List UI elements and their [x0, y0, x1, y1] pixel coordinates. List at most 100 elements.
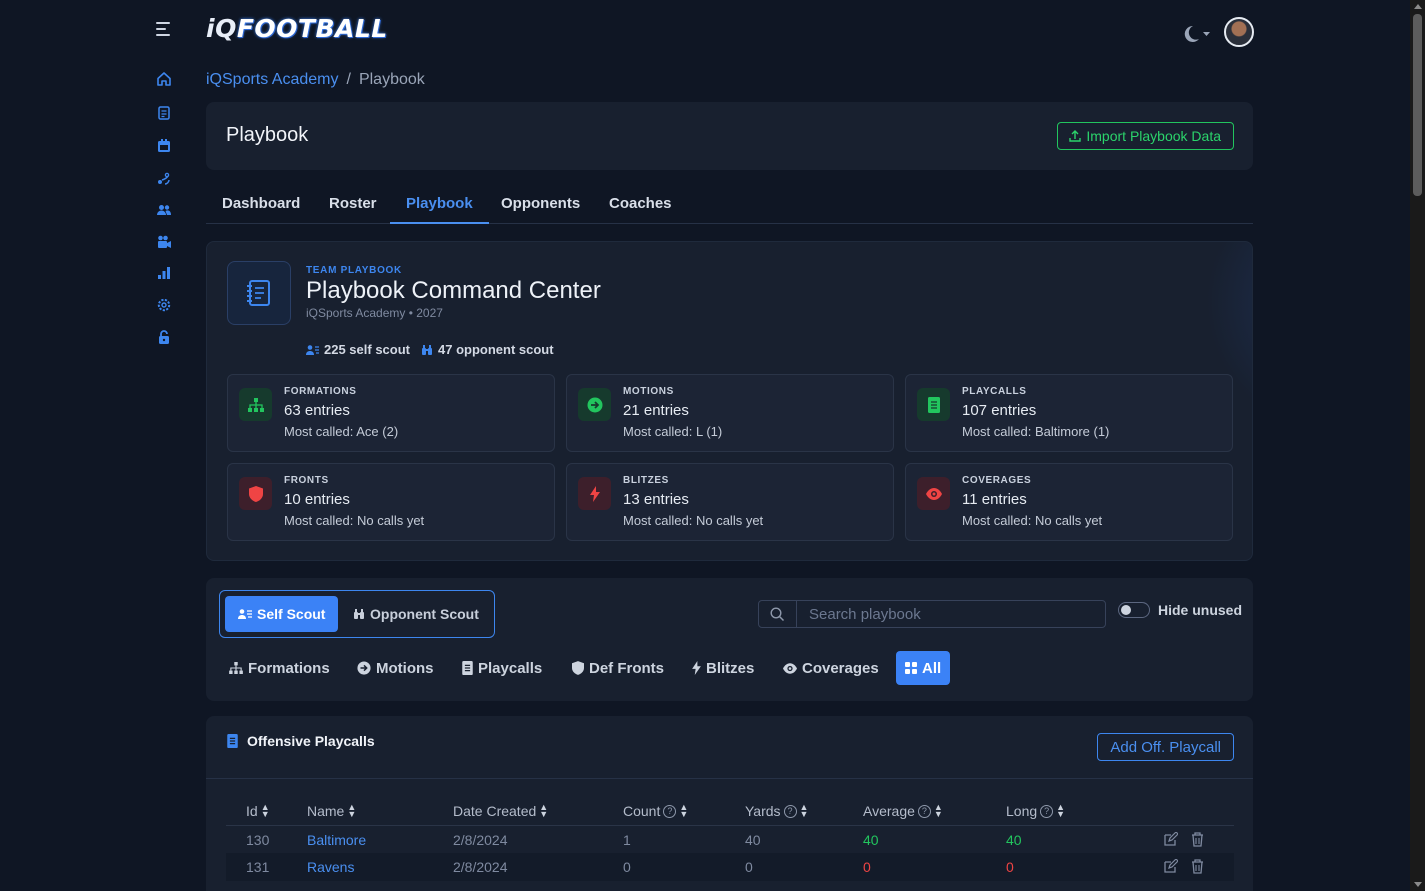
column-label: Id [246, 803, 258, 819]
cell-id: 130 [246, 832, 270, 848]
offensive-playcalls-title: Offensive Playcalls [227, 733, 375, 749]
user-list-icon [306, 344, 319, 355]
column-header-name[interactable]: Name ▲ ▼ [307, 803, 356, 820]
import-playbook-button[interactable]: Import Playbook Data [1057, 122, 1234, 150]
help-icon[interactable]: ? [1040, 804, 1054, 818]
fronts-card[interactable]: FRONTS 10 entries Most called: No calls … [227, 463, 555, 541]
cell-name-link[interactable]: Ravens [307, 859, 354, 875]
column-header-yards[interactable]: Yards? ▲ ▼ [745, 803, 808, 820]
search-input[interactable] [797, 601, 1105, 627]
eye-icon [783, 662, 797, 674]
calendar-icon[interactable] [156, 138, 172, 154]
sort-icon: ▲ ▼ [539, 802, 549, 819]
menu-toggle-button[interactable] [156, 22, 172, 36]
hide-unused-label: Hide unused [1158, 602, 1243, 618]
category-motions[interactable]: Motions [351, 651, 440, 685]
panel-divider [206, 778, 1253, 779]
user-avatar[interactable] [1224, 17, 1254, 47]
tab-opponents[interactable]: Opponents [501, 186, 580, 224]
card-count: 10 entries [284, 491, 350, 508]
coverages-card[interactable]: COVERAGES 11 entries Most called: No cal… [905, 463, 1233, 541]
search-box [758, 600, 1106, 628]
add-offensive-playcall-button[interactable]: Add Off. Playcall [1097, 733, 1234, 761]
edit-icon[interactable] [1163, 832, 1178, 847]
card-label: MOTIONS [623, 386, 674, 397]
category-coverages[interactable]: Coverages [777, 651, 885, 685]
sort-icon: ▲ ▼ [933, 802, 943, 819]
cell-average: 0 [863, 859, 871, 875]
card-count: 107 entries [962, 402, 1037, 419]
category-formations[interactable]: Formations [223, 651, 336, 685]
arrow-circle-icon [357, 661, 371, 675]
tab-roster[interactable]: Roster [329, 186, 377, 224]
category-playcalls[interactable]: Playcalls [456, 651, 548, 685]
tab-dashboard[interactable]: Dashboard [222, 186, 300, 224]
column-header-id[interactable]: Id ▲ ▼ [246, 803, 270, 820]
app-logo[interactable]: iQFOOTBALL [206, 14, 388, 43]
theme-moon-icon[interactable] [1180, 24, 1212, 44]
home-icon[interactable] [156, 71, 172, 87]
upload-icon [1069, 130, 1082, 142]
binoculars-icon [354, 609, 364, 619]
page-scrollbar[interactable] [1410, 0, 1425, 891]
column-header-date-created[interactable]: Date Created ▲ ▼ [453, 802, 549, 820]
table-row: 131 Ravens 2/8/2024 0 0 0 0 [226, 853, 1234, 881]
users-icon[interactable] [156, 202, 172, 218]
cell-count: 1 [623, 832, 631, 848]
unlock-icon[interactable] [156, 329, 172, 345]
sort-icon: ▲ ▼ [679, 802, 689, 819]
help-icon[interactable]: ? [663, 804, 677, 818]
clipboard-icon[interactable] [156, 105, 172, 121]
bolt-icon [692, 661, 701, 675]
card-most-called: Most called: L (1) [623, 424, 723, 439]
command-eyebrow: TEAM PLAYBOOK [306, 265, 402, 276]
playcalls-card[interactable]: PLAYCALLS 107 entries Most called: Balti… [905, 374, 1233, 452]
category-def-fronts[interactable]: Def Fronts [566, 651, 670, 685]
tab-coaches[interactable]: Coaches [609, 186, 672, 224]
help-icon[interactable]: ? [917, 804, 931, 818]
play-diagram-icon[interactable] [156, 171, 172, 187]
cell-name-link[interactable]: Baltimore [307, 832, 366, 848]
edit-icon[interactable] [1163, 859, 1178, 874]
scroll-down-arrow[interactable] [1414, 882, 1422, 887]
cell-date: 2/8/2024 [453, 859, 508, 875]
column-header-count[interactable]: Count? ▲ ▼ [623, 802, 689, 820]
opponent-scout-button[interactable]: Opponent Scout [340, 596, 492, 632]
opponent-scout-stat: 47 opponent scout [421, 342, 554, 357]
column-header-long[interactable]: Long? ▲ ▼ [1006, 803, 1065, 820]
column-label: Count [623, 803, 661, 819]
blitzes-card[interactable]: BLITZES 13 entries Most called: No calls… [566, 463, 894, 541]
card-most-called: Most called: No calls yet [962, 513, 1103, 528]
tab-playbook[interactable]: Playbook [390, 186, 489, 224]
scroll-up-arrow[interactable] [1414, 4, 1422, 9]
category-blitzes[interactable]: Blitzes [686, 651, 760, 685]
cell-yards: 40 [745, 832, 761, 848]
document-icon [917, 388, 950, 421]
binoculars-icon [422, 344, 432, 355]
user-list-icon [238, 609, 252, 619]
column-label: Date Created [453, 803, 537, 819]
help-icon[interactable]: ? [783, 804, 797, 818]
card-label: COVERAGES [962, 475, 1032, 486]
column-header-average[interactable]: Average? ▲ ▼ [863, 802, 943, 820]
section-tabs: Dashboard Roster Playbook Opponents Coac… [206, 186, 1253, 224]
bar-chart-icon[interactable] [156, 265, 172, 281]
breadcrumb-academy-link[interactable]: iQSports Academy [206, 71, 339, 88]
self-scout-button[interactable]: Self Scout [225, 596, 339, 632]
hide-unused-toggle[interactable]: Hide unused [1118, 602, 1242, 618]
import-playbook-label: Import Playbook Data [1086, 128, 1221, 144]
trash-icon[interactable] [1190, 859, 1205, 874]
video-camera-icon[interactable] [156, 234, 172, 250]
cell-date: 2/8/2024 [453, 832, 508, 848]
formations-card[interactable]: FORMATIONS 63 entries Most called: Ace (… [227, 374, 555, 452]
hide-unused-switch[interactable] [1118, 602, 1150, 618]
category-all[interactable]: All [896, 651, 951, 685]
breadcrumb-separator: / [346, 71, 351, 88]
scrollbar-thumb[interactable] [1413, 14, 1422, 196]
trash-icon[interactable] [1190, 832, 1205, 847]
motions-card[interactable]: MOTIONS 21 entries Most called: L (1) [566, 374, 894, 452]
category-label: Playcalls [478, 659, 543, 677]
command-title: Playbook Command Center [306, 277, 601, 304]
gear-icon[interactable] [156, 297, 172, 313]
card-most-called: Most called: Baltimore (1) [962, 424, 1110, 439]
